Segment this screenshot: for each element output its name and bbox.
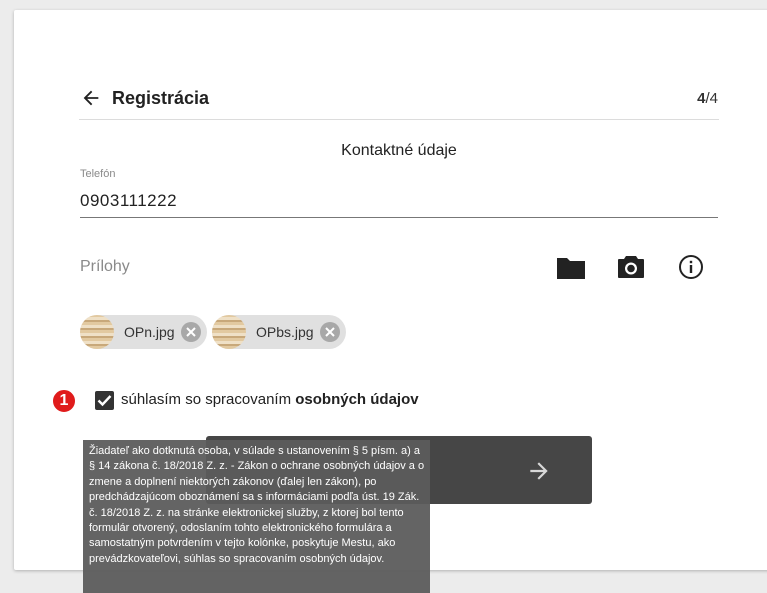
back-arrow-icon[interactable] <box>80 87 102 109</box>
close-icon <box>324 327 335 337</box>
info-icon <box>679 255 703 279</box>
consent-checkbox[interactable] <box>95 391 114 410</box>
consent-text: súhlasím so spracovaním <box>121 391 296 408</box>
info-button[interactable] <box>676 252 706 282</box>
page-title: Registrácia <box>112 87 210 108</box>
camera-icon <box>618 256 644 278</box>
folder-button[interactable] <box>556 252 586 282</box>
folder-icon <box>557 258 585 279</box>
step-total: /4 <box>705 89 718 107</box>
camera-button[interactable] <box>616 252 646 282</box>
header: Registrácia 4/4 <box>80 84 718 112</box>
section-title: Kontaktné údaje <box>341 142 457 159</box>
close-icon <box>185 327 196 337</box>
consent-tooltip: Žiadateľ ako dotknutá osoba, v súlade s … <box>83 440 430 593</box>
file-name: OPbs.jpg <box>256 324 314 340</box>
file-chip[interactable]: OPbs.jpg <box>212 315 346 349</box>
file-chip[interactable]: OPn.jpg <box>80 315 207 349</box>
phone-underline <box>80 217 718 218</box>
phone-input[interactable] <box>80 191 718 211</box>
file-thumbnail <box>80 315 114 349</box>
attachments-label: Prílohy <box>80 258 130 275</box>
file-thumbnail <box>212 315 246 349</box>
consent-label[interactable]: súhlasím so spracovaním osobných údajov <box>121 391 419 408</box>
personal-data-link[interactable]: osobných údajov <box>295 391 418 408</box>
step-indicator: 4/4 <box>697 90 718 107</box>
file-name: OPn.jpg <box>124 324 175 340</box>
remove-file-button[interactable] <box>319 322 340 342</box>
check-icon <box>97 395 112 407</box>
annotation-badge: 1 <box>52 389 76 413</box>
remove-file-button[interactable] <box>180 322 201 342</box>
header-divider <box>79 119 719 120</box>
phone-label: Telefón <box>80 168 116 180</box>
